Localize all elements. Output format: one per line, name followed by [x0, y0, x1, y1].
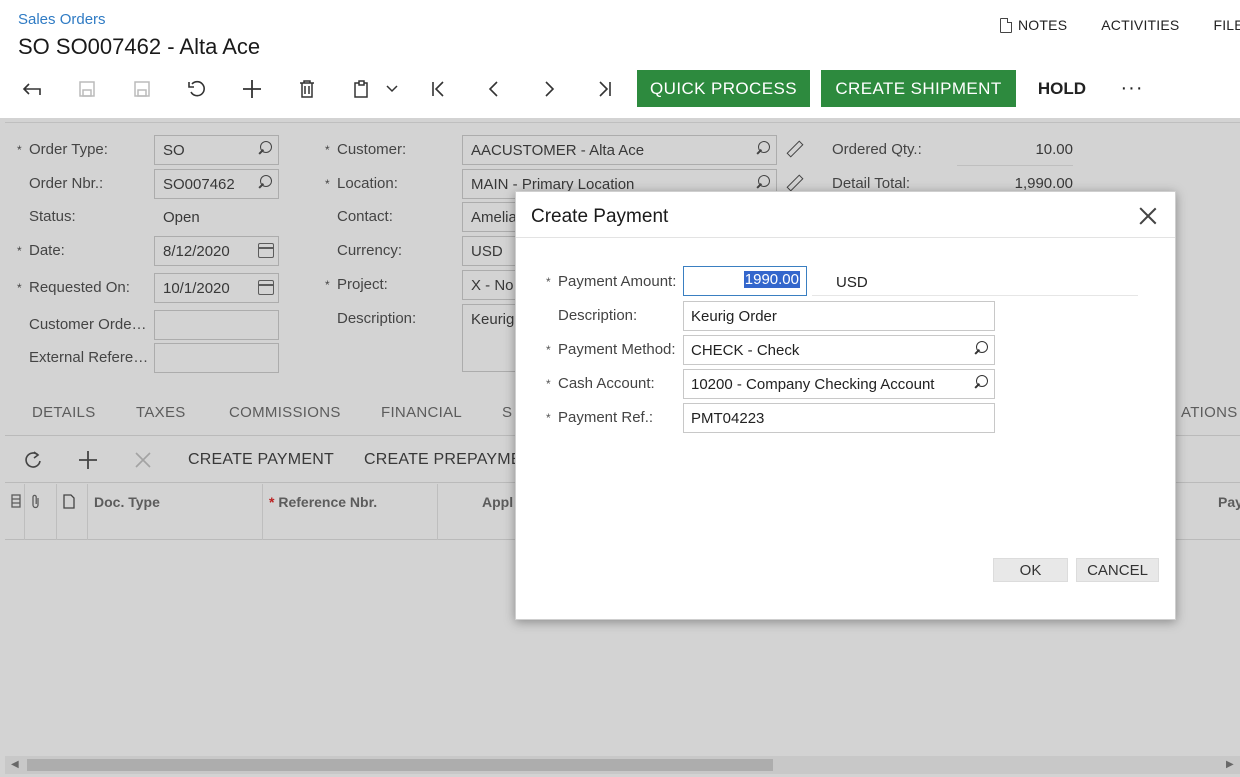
add-icon[interactable]	[240, 77, 264, 101]
quick-process-button[interactable]: QUICK PROCESS	[637, 70, 810, 107]
activities-link[interactable]: ACTIVITIES	[1101, 17, 1179, 33]
cancel-button[interactable]: CANCEL	[1076, 558, 1159, 582]
notes-label: NOTES	[1018, 17, 1068, 33]
last-record-icon[interactable]	[592, 77, 616, 101]
page-title: SO SO007462 - Alta Ace	[18, 34, 261, 59]
payment-method-selector[interactable]: CHECK - Check	[683, 335, 995, 365]
cash-account-selector[interactable]: 10200 - Company Checking Account	[683, 369, 995, 399]
ok-button[interactable]: OK	[993, 558, 1068, 582]
copy-paste-icon[interactable]	[350, 77, 374, 101]
back-icon[interactable]	[20, 77, 44, 101]
search-icon[interactable]	[974, 341, 988, 355]
chevron-down-icon[interactable]	[380, 77, 404, 101]
activities-label: ACTIVITIES	[1101, 17, 1180, 33]
description-label: Description:	[558, 307, 638, 324]
more-actions-button[interactable]: ···	[1112, 70, 1152, 107]
main-toolbar: QUICK PROCESS CREATE SHIPMENT HOLD ···	[0, 68, 1240, 110]
dialog-title: Create Payment	[531, 206, 669, 227]
close-icon[interactable]	[1139, 207, 1157, 225]
create-payment-dialog: Create Payment * Payment Amount: 1990.00 …	[515, 191, 1176, 620]
delete-icon[interactable]	[295, 77, 319, 101]
divider	[516, 237, 1175, 238]
payment-ref-label: * Payment Ref.:	[546, 409, 654, 426]
divider	[812, 295, 1138, 296]
search-icon[interactable]	[974, 375, 988, 389]
top-links: NOTES ACTIVITIES FILES	[1000, 17, 1240, 33]
description-input[interactable]: Keurig Order	[683, 301, 995, 331]
breadcrumb[interactable]: Sales Orders	[18, 11, 106, 28]
next-record-icon[interactable]	[537, 77, 561, 101]
payment-amount-value: 1990.00	[743, 271, 800, 288]
notes-link[interactable]: NOTES	[1000, 17, 1067, 33]
hold-button[interactable]: HOLD	[1024, 70, 1100, 107]
save-icon[interactable]	[130, 77, 154, 101]
create-shipment-button[interactable]: CREATE SHIPMENT	[821, 70, 1016, 107]
payment-ref-input[interactable]: PMT04223	[683, 403, 995, 433]
notes-icon	[1000, 17, 1012, 33]
files-link[interactable]: FILES	[1213, 17, 1240, 33]
undo-icon[interactable]	[185, 77, 209, 101]
payment-amount-input[interactable]: 1990.00	[683, 266, 807, 296]
previous-record-icon[interactable]	[482, 77, 506, 101]
first-record-icon[interactable]	[427, 77, 451, 101]
payment-currency: USD	[836, 274, 868, 291]
payment-amount-label: * Payment Amount:	[546, 273, 677, 290]
save-close-icon[interactable]	[75, 77, 99, 101]
cash-account-label: * Cash Account:	[546, 375, 655, 392]
files-label: FILES	[1213, 17, 1240, 33]
payment-method-label: * Payment Method:	[546, 341, 676, 358]
